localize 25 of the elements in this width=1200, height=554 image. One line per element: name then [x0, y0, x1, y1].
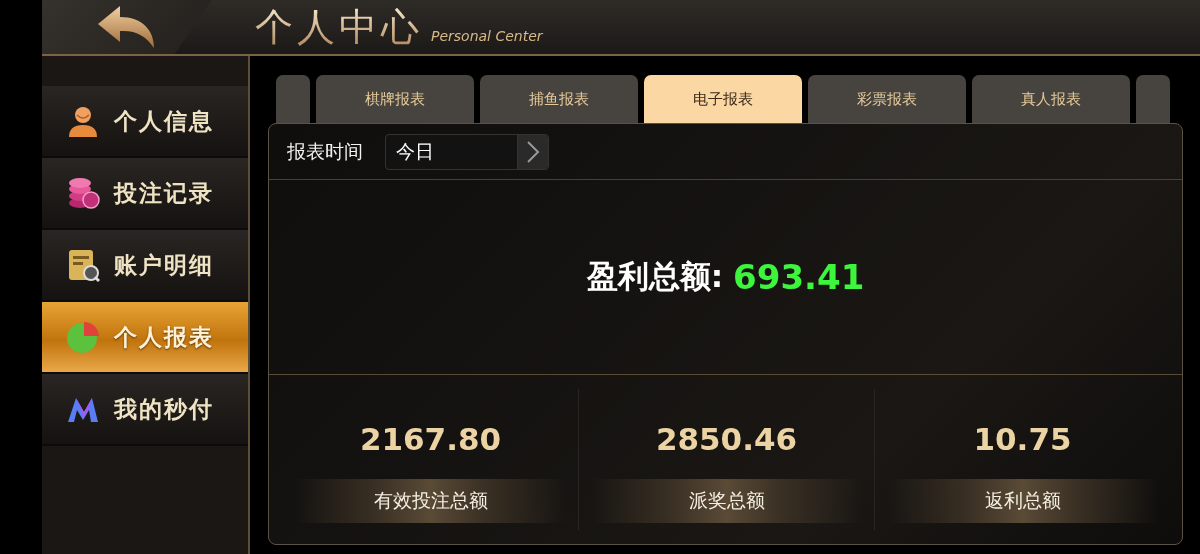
stat-value: 2167.80 [359, 421, 502, 457]
document-search-icon [66, 248, 100, 282]
pie-chart-icon [66, 320, 100, 354]
coins-icon [66, 176, 100, 210]
sidebar-item[interactable]: 投注记录 [42, 158, 248, 230]
tab[interactable]: 真人报表 [972, 75, 1130, 123]
profit-label: 盈利总额: [586, 257, 724, 296]
report-time-label: 报表时间 [287, 138, 363, 164]
person-icon [66, 104, 100, 138]
tab[interactable]: 电子报表 [644, 75, 802, 123]
back-button[interactable] [42, 0, 212, 54]
sidebar-item[interactable]: 个人信息 [42, 86, 248, 158]
page-subtitle: Personal Center [431, 28, 543, 44]
sidebar-item[interactable]: 账户明细 [42, 230, 248, 302]
date-select[interactable]: 今日 [385, 133, 549, 170]
tab[interactable]: 棋牌报表 [316, 75, 474, 123]
tab[interactable] [276, 75, 310, 123]
tab[interactable]: 彩票报表 [808, 75, 966, 123]
profit-value: 693.41 [733, 257, 865, 297]
stat-value: 10.75 [973, 421, 1072, 457]
chevron-right-icon [526, 139, 540, 164]
tab[interactable]: 捕鱼报表 [480, 75, 638, 123]
sidebar-item[interactable]: 我的秒付 [42, 374, 248, 446]
stat-value: 2850.46 [655, 421, 798, 457]
tab[interactable] [1136, 75, 1170, 123]
